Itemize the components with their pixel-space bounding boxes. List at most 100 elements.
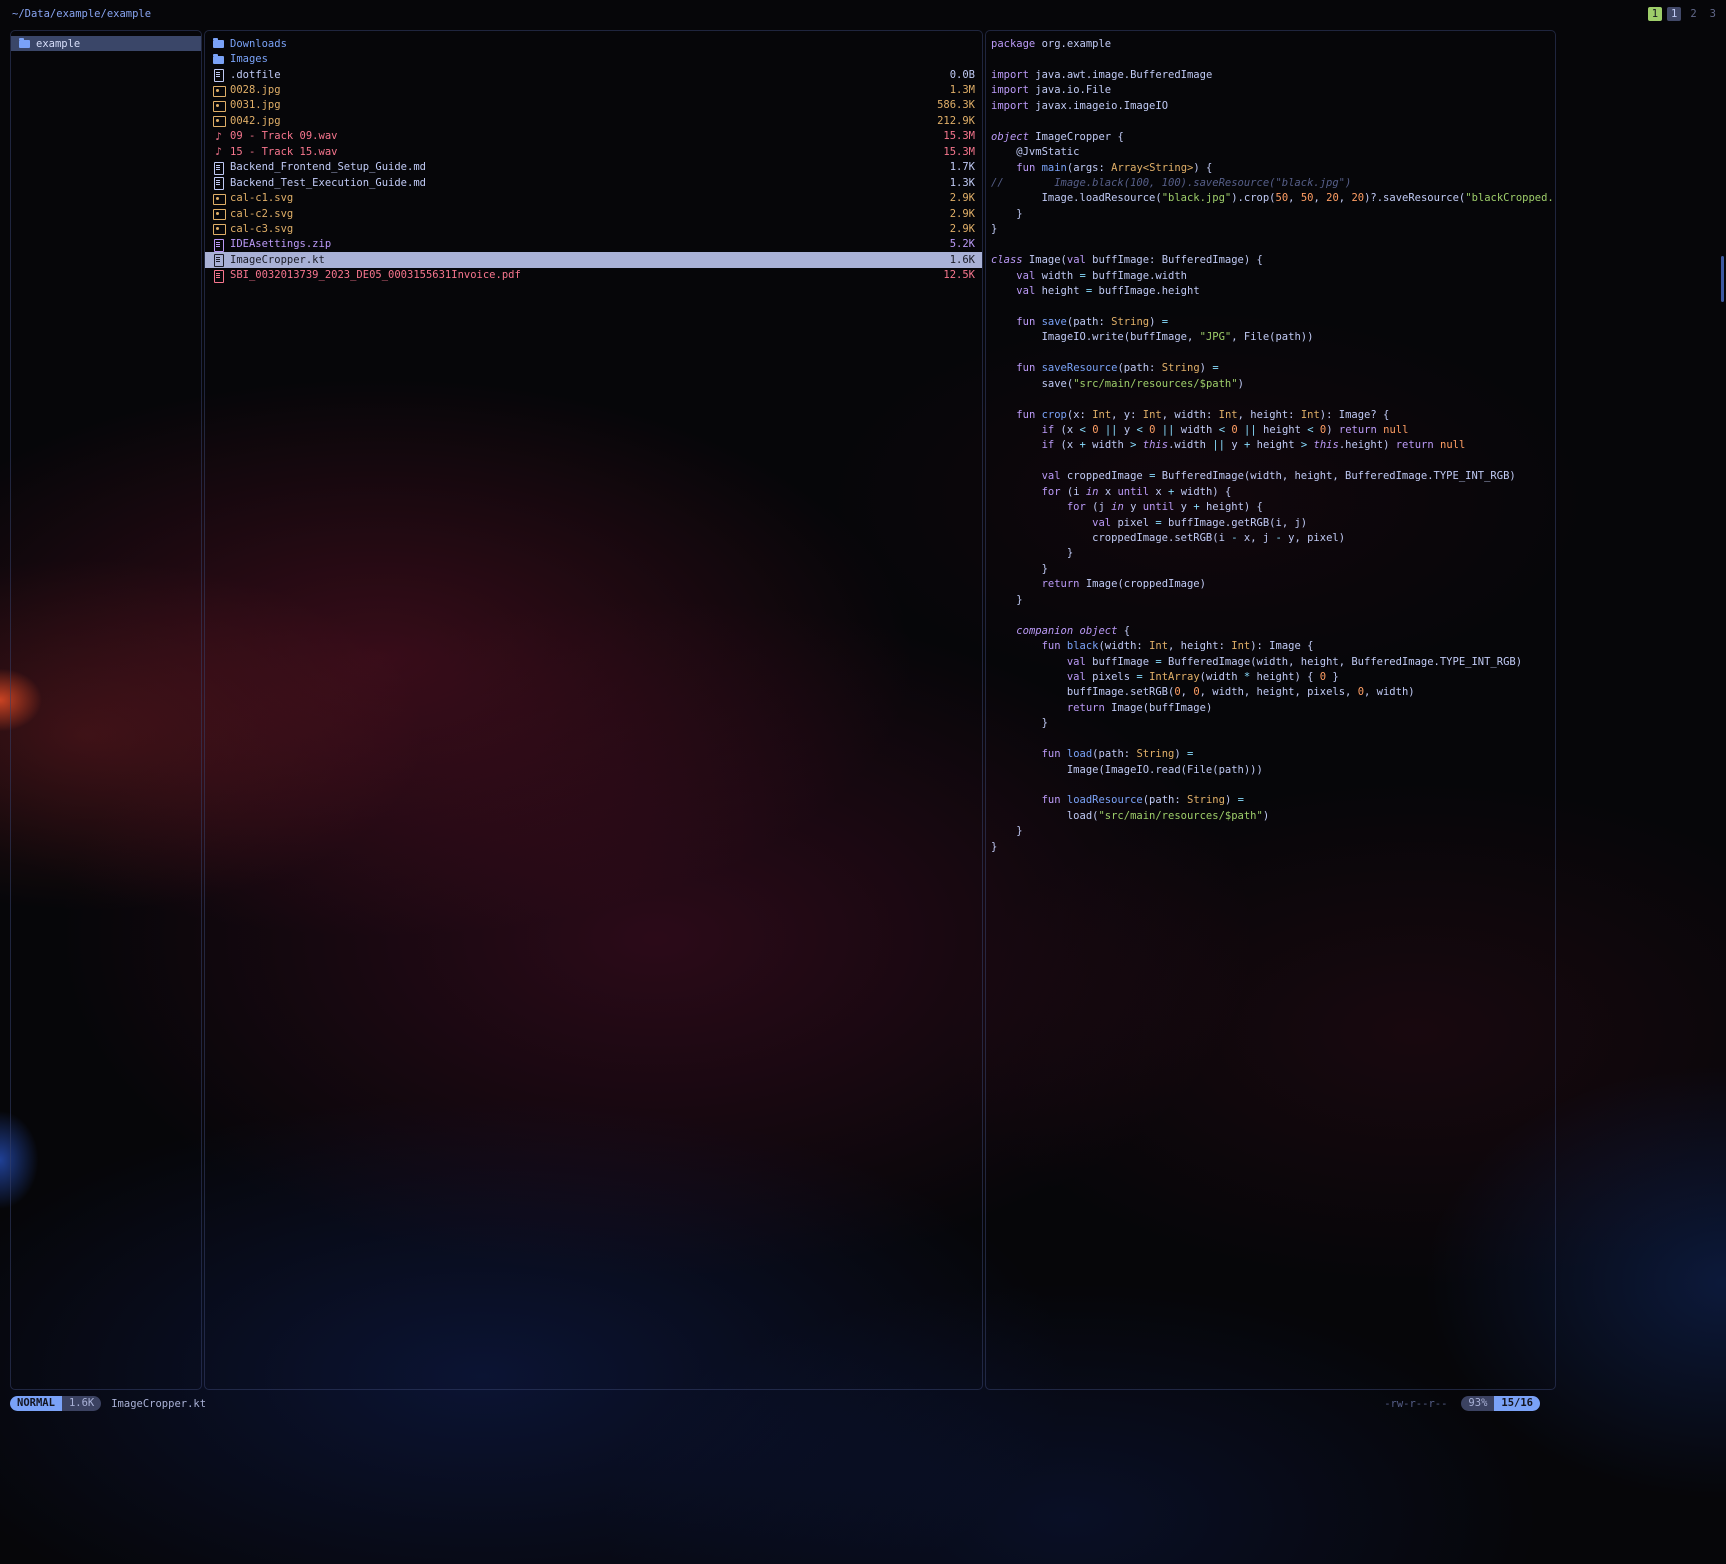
file-row[interactable]: .dotfile 0.0B: [205, 67, 982, 82]
file-name: SBI_0032013739_2023_DE05_0003155631Invoi…: [230, 269, 935, 281]
code-line: import javax.imageio.ImageIO: [991, 99, 1555, 114]
code-line: fun save(path: String) =: [991, 315, 1555, 330]
code-line: fun loadResource(path: String) =: [991, 793, 1555, 808]
cursor-position-badge: 15/16: [1494, 1396, 1540, 1411]
workspace-tab-3[interactable]: 3: [1706, 7, 1720, 21]
code-line: [991, 299, 1555, 314]
file-name: ImageCropper.kt: [230, 254, 942, 266]
file-name: Backend_Test_Execution_Guide.md: [230, 177, 942, 189]
code-line: @JvmStatic: [991, 145, 1555, 160]
workspace-tab-1[interactable]: 1: [1667, 7, 1681, 21]
file-row[interactable]: Backend_Test_Execution_Guide.md 1.3K: [205, 175, 982, 190]
code-line: for (i in x until x + width) {: [991, 485, 1555, 500]
file-size: 1.3K: [950, 177, 975, 189]
file-row[interactable]: 0042.jpg 212.9K: [205, 113, 982, 128]
file-name: 0042.jpg: [230, 115, 929, 127]
file-row[interactable]: 0028.jpg 1.3M: [205, 82, 982, 97]
file-size: 15.3M: [943, 130, 975, 142]
image-icon: [212, 192, 225, 205]
file-row[interactable]: cal-c2.svg 2.9K: [205, 206, 982, 221]
markdown-icon: [212, 176, 225, 189]
code-line: fun main(args: Array<String>) {: [991, 161, 1555, 176]
code-line: object ImageCropper {: [991, 130, 1555, 145]
code-line: import java.awt.image.BufferedImage: [991, 68, 1555, 83]
file-row[interactable]: IDEAsettings.zip 5.2K: [205, 237, 982, 252]
file-size: 1.6K: [950, 254, 975, 266]
image-icon: [212, 84, 225, 97]
permissions-text: -rw-r--r--: [1384, 1398, 1447, 1410]
file-row[interactable]: ♪ 09 - Track 09.wav 15.3M: [205, 129, 982, 144]
code-line: croppedImage.setRGB(i - x, j - y, pixel): [991, 531, 1555, 546]
scrollbar-thumb[interactable]: [1721, 256, 1724, 302]
image-icon: [212, 222, 225, 235]
kotlin-icon: [212, 253, 225, 266]
code-line: [991, 392, 1555, 407]
file-row[interactable]: SBI_0032013739_2023_DE05_0003155631Invoi…: [205, 268, 982, 283]
scroll-percent-badge: 93%: [1461, 1396, 1494, 1411]
image-icon: [212, 114, 225, 127]
file-row[interactable]: Images: [205, 51, 982, 66]
file-size: 2.9K: [950, 223, 975, 235]
file-row[interactable]: cal-c1.svg 2.9K: [205, 190, 982, 205]
code-line: buffImage.setRGB(0, 0, width, height, pi…: [991, 685, 1555, 700]
code-line: [991, 454, 1555, 469]
file-size: 2.9K: [950, 192, 975, 204]
code-line: fun crop(x: Int, y: Int, width: Int, hei…: [991, 408, 1555, 423]
image-icon: [212, 99, 225, 112]
file-name: Backend_Frontend_Setup_Guide.md: [230, 161, 942, 173]
status-bar: NORMAL 1.6K ImageCropper.kt -rw-r--r-- 9…: [10, 1395, 1540, 1412]
file-row[interactable]: Downloads: [205, 36, 982, 51]
code-line: save("src/main/resources/$path"): [991, 377, 1555, 392]
file-name: 0028.jpg: [230, 84, 942, 96]
file-size: 212.9K: [937, 115, 975, 127]
file-row[interactable]: ImageCropper.kt 1.6K: [205, 252, 982, 267]
file-size: 5.2K: [950, 238, 975, 250]
code-line: val buffImage = BufferedImage(width, hei…: [991, 655, 1555, 670]
code-line: val height = buffImage.height: [991, 284, 1555, 299]
status-filename: ImageCropper.kt: [111, 1398, 206, 1410]
code-line: }: [991, 562, 1555, 577]
code-line: fun saveResource(path: String) =: [991, 361, 1555, 376]
file-row[interactable]: Backend_Frontend_Setup_Guide.md 1.7K: [205, 160, 982, 175]
file-size: 1.7K: [950, 161, 975, 173]
code-line: ImageIO.write(buffImage, "JPG", File(pat…: [991, 330, 1555, 345]
archive-icon: [212, 238, 225, 251]
code-line: Image.loadResource("black.jpg").crop(50,…: [991, 191, 1555, 206]
code-line: fun black(width: Int, height: Int): Imag…: [991, 639, 1555, 654]
file-name: 09 - Track 09.wav: [230, 130, 935, 142]
parent-pane: example: [10, 30, 202, 1390]
file-name: Downloads: [230, 38, 967, 50]
code-line: val pixel = buffImage.getRGB(i, j): [991, 516, 1555, 531]
code-line: return Image(buffImage): [991, 701, 1555, 716]
file-size: 2.9K: [950, 208, 975, 220]
workspace-indicator: 1123: [1648, 7, 1720, 21]
code-line: }: [991, 222, 1555, 237]
code-line: [991, 346, 1555, 361]
code-line: val croppedImage = BufferedImage(width, …: [991, 469, 1555, 484]
code-line: fun load(path: String) =: [991, 747, 1555, 762]
code-line: val pixels = IntArray(width * height) { …: [991, 670, 1555, 685]
folder-image-icon: [212, 53, 225, 66]
image-icon: [212, 207, 225, 220]
code-line: return Image(croppedImage): [991, 577, 1555, 592]
file-name: 15 - Track 15.wav: [230, 146, 935, 158]
file-row[interactable]: example: [11, 36, 201, 51]
code-line: for (j in y until y + height) {: [991, 500, 1555, 515]
file-name: cal-c2.svg: [230, 208, 942, 220]
code-line: }: [991, 716, 1555, 731]
file-row[interactable]: 0031.jpg 586.3K: [205, 98, 982, 113]
file-name: 0031.jpg: [230, 99, 929, 111]
file-name: .dotfile: [230, 69, 942, 81]
file-row[interactable]: cal-c3.svg 2.9K: [205, 221, 982, 236]
file-name: Images: [230, 53, 967, 65]
code-line: import java.io.File: [991, 83, 1555, 98]
file-row[interactable]: ♪ 15 - Track 15.wav 15.3M: [205, 144, 982, 159]
file-size: 15.3M: [943, 146, 975, 158]
code-line: }: [991, 546, 1555, 561]
workspace-tab-2[interactable]: 2: [1686, 7, 1700, 21]
breadcrumb: ~/Data/example/example: [12, 8, 151, 20]
workspace-tab-1[interactable]: 1: [1648, 7, 1662, 21]
file-name: cal-c1.svg: [230, 192, 942, 204]
code-line: if (x + width > this.width || y + height…: [991, 438, 1555, 453]
code-line: [991, 732, 1555, 747]
